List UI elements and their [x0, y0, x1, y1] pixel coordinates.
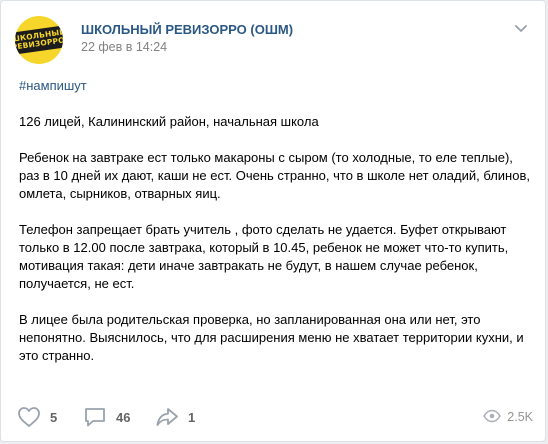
post-paragraph: Телефон запрещает брать учитель , фото с… — [19, 222, 509, 291]
eye-icon — [483, 409, 502, 426]
post-card: ШКОЛЬНЫЙ РЕВИЗОРРО ШКОЛЬНЫЙ РЕВИЗОРРО (О… — [0, 0, 546, 442]
views-count: 2.5K — [507, 410, 533, 424]
post-text: #нампишут 126 лицей, Калининский район, … — [19, 77, 533, 383]
comment-count: 46 — [116, 409, 131, 425]
chevron-down-icon[interactable] — [511, 21, 531, 37]
post-paragraph: 126 лицей, Калининский район, начальная … — [19, 114, 319, 129]
post-date[interactable]: 22 фев в 14:24 — [81, 40, 167, 54]
like-count: 5 — [50, 409, 58, 425]
post-paragraph: В лицее была родительская проверка, но з… — [19, 312, 524, 363]
avatar[interactable]: ШКОЛЬНЫЙ РЕВИЗОРРО — [15, 16, 63, 64]
post-paragraph: Ребенок на завтраке ест только макароны … — [19, 150, 530, 201]
share-button[interactable]: 1 — [155, 404, 195, 430]
comment-icon — [83, 406, 107, 428]
views-counter: 2.5K — [483, 404, 533, 430]
author-name[interactable]: ШКОЛЬНЫЙ РЕВИЗОРРО (ОШМ) — [81, 22, 293, 37]
comment-button[interactable]: 46 — [83, 404, 130, 430]
post-actions: 5 46 1 2.5K — [17, 404, 533, 430]
share-icon — [155, 406, 179, 428]
heart-icon — [17, 406, 41, 428]
share-count: 1 — [188, 409, 196, 425]
like-button[interactable]: 5 — [17, 404, 57, 430]
avatar-logo: ШКОЛЬНЫЙ РЕВИЗОРРО — [15, 24, 63, 56]
hashtag-link[interactable]: #нампишут — [19, 78, 87, 93]
